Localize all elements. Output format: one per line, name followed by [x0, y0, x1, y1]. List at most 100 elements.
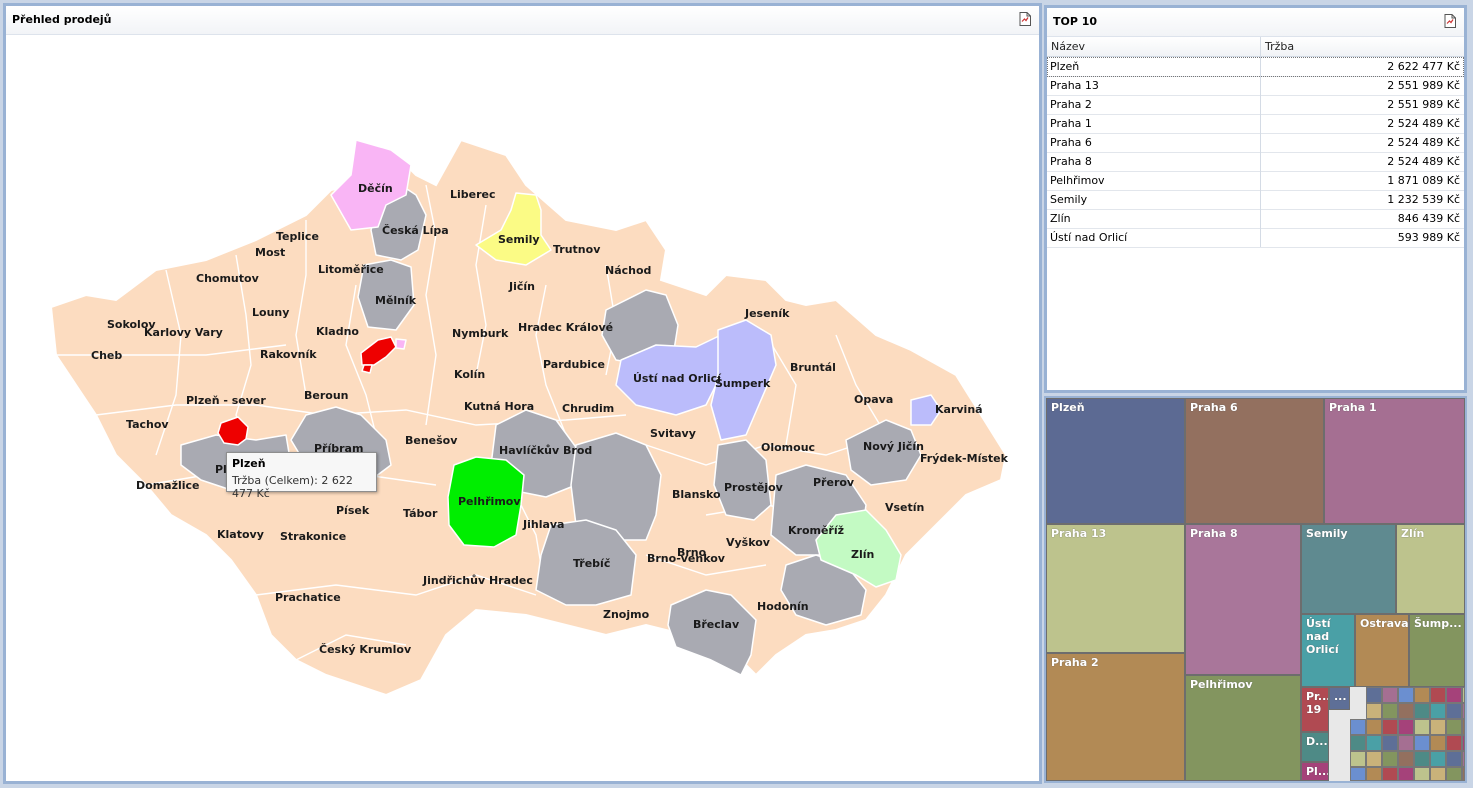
- label-nymburk: Nymburk: [452, 327, 509, 340]
- treemap-tile[interactable]: Pr... 19: [1301, 687, 1329, 732]
- treemap-small-tile[interactable]: [1446, 719, 1462, 735]
- treemap-small-tile[interactable]: [1446, 767, 1462, 781]
- treemap-tile[interactable]: Praha 6: [1185, 398, 1324, 524]
- treemap-tile[interactable]: Semily: [1301, 524, 1396, 614]
- treemap-small-tile[interactable]: [1446, 687, 1462, 703]
- cell-revenue: 846 439 Kč: [1397, 212, 1460, 225]
- table-row[interactable]: Praha 2 2 551 989 Kč: [1047, 95, 1464, 115]
- table-row[interactable]: Zlín 846 439 Kč: [1047, 209, 1464, 229]
- tooltip-title: Plzeň: [232, 457, 266, 470]
- label-novy-jicin: Nový Jičín: [863, 440, 924, 453]
- treemap-small-tile[interactable]: [1350, 735, 1366, 751]
- treemap-small-tile[interactable]: [1382, 719, 1398, 735]
- label-louny: Louny: [252, 306, 289, 319]
- column-header-revenue[interactable]: Tržba: [1265, 40, 1294, 53]
- label-semily: Semily: [498, 233, 540, 246]
- treemap-small-tile[interactable]: [1366, 687, 1382, 703]
- treemap-small-tile[interactable]: [1414, 767, 1430, 781]
- label-teplice: Teplice: [276, 230, 319, 243]
- table-row[interactable]: Praha 6 2 524 489 Kč: [1047, 133, 1464, 153]
- treemap-small-tile[interactable]: [1414, 703, 1430, 719]
- table-row[interactable]: Ústí nad Orlicí 593 989 Kč: [1047, 228, 1464, 248]
- treemap-small-tile[interactable]: [1382, 687, 1398, 703]
- treemap-small-tile[interactable]: [1366, 735, 1382, 751]
- table-row[interactable]: Praha 1 2 524 489 Kč: [1047, 114, 1464, 134]
- treemap-tile[interactable]: Praha 1: [1324, 398, 1465, 524]
- treemap-small-tile[interactable]: [1430, 703, 1446, 719]
- treemap-tile[interactable]: Plzeň: [1046, 398, 1185, 524]
- treemap-small-tile[interactable]: [1430, 751, 1446, 767]
- treemap-small-tile[interactable]: [1462, 751, 1465, 767]
- table-row[interactable]: Praha 8 2 524 489 Kč: [1047, 152, 1464, 172]
- treemap-small-tile[interactable]: [1414, 687, 1430, 703]
- treemap-small-tile[interactable]: [1366, 719, 1382, 735]
- label-trebic: Třebíč: [573, 557, 610, 570]
- district-praha-pink[interactable]: [395, 338, 407, 350]
- treemap-small-tile[interactable]: [1462, 767, 1465, 781]
- treemap-small-tile[interactable]: [1414, 719, 1430, 735]
- column-header-name[interactable]: Název: [1051, 40, 1085, 53]
- treemap-small-tile[interactable]: [1446, 735, 1462, 751]
- treemap-tile-label: D...: [1306, 735, 1328, 748]
- label-prachatice: Prachatice: [275, 591, 341, 604]
- treemap-tile[interactable]: Pl...: [1301, 762, 1329, 781]
- treemap-small-tile[interactable]: [1430, 719, 1446, 735]
- cell-revenue: 2 524 489 Kč: [1387, 155, 1460, 168]
- treemap-tile[interactable]: Praha 2: [1046, 653, 1185, 781]
- treemap-small-tile[interactable]: [1446, 703, 1462, 719]
- treemap-small-tile[interactable]: [1414, 751, 1430, 767]
- treemap-small-tile[interactable]: [1382, 767, 1398, 781]
- cell-name: Praha 1: [1050, 117, 1092, 130]
- treemap-small-tile[interactable]: [1350, 719, 1366, 735]
- map-panel-title: Přehled prodejů: [12, 13, 112, 26]
- treemap-small-tile[interactable]: [1382, 751, 1398, 767]
- treemap-tile-label: Pr... 19: [1306, 690, 1329, 716]
- treemap-tile[interactable]: Šump...: [1409, 614, 1465, 687]
- export-pdf-icon[interactable]: [1444, 14, 1456, 28]
- treemap-tile-label: Ostrava: [1360, 617, 1409, 630]
- treemap-small-tile[interactable]: [1398, 703, 1414, 719]
- treemap-small-tile[interactable]: [1446, 751, 1462, 767]
- treemap-tile[interactable]: Praha 8: [1185, 524, 1301, 675]
- treemap-small-tile[interactable]: [1398, 719, 1414, 735]
- export-pdf-icon[interactable]: [1019, 12, 1031, 26]
- treemap-small-tile[interactable]: [1398, 687, 1414, 703]
- treemap-small-tile[interactable]: [1462, 735, 1465, 751]
- table-row[interactable]: Pelhřimov 1 871 089 Kč: [1047, 171, 1464, 191]
- treemap-tile[interactable]: Zlín: [1396, 524, 1465, 614]
- treemap-small-tile[interactable]: [1414, 735, 1430, 751]
- treemap-small-tile[interactable]: [1382, 703, 1398, 719]
- treemap-small-tile[interactable]: [1430, 687, 1446, 703]
- treemap-small-tile[interactable]: [1430, 767, 1446, 781]
- label-vyskov: Vyškov: [726, 536, 771, 549]
- treemap-small-tile[interactable]: [1398, 767, 1414, 781]
- label-most: Most: [255, 246, 285, 259]
- treemap-small-tile[interactable]: [1462, 719, 1465, 735]
- treemap-small-tile[interactable]: [1366, 751, 1382, 767]
- table-row[interactable]: Plzeň 2 622 477 Kč: [1047, 57, 1464, 77]
- column-separator[interactable]: [1260, 37, 1261, 56]
- treemap-tile[interactable]: Praha 13: [1046, 524, 1185, 653]
- label-klatovy: Klatovy: [217, 528, 264, 541]
- table-row[interactable]: Praha 13 2 551 989 Kč: [1047, 76, 1464, 96]
- treemap-small-tile[interactable]: [1462, 703, 1465, 719]
- treemap-small-tile[interactable]: [1398, 751, 1414, 767]
- treemap-tile[interactable]: ...: [1329, 687, 1350, 710]
- district-praha-red-2[interactable]: [361, 364, 373, 374]
- top10-title: TOP 10: [1053, 15, 1098, 28]
- treemap-small-tile[interactable]: [1350, 767, 1366, 781]
- treemap-small-tile[interactable]: [1366, 767, 1382, 781]
- label-nachod: Náchod: [605, 264, 651, 277]
- treemap-tile[interactable]: Ústí nad Orlicí: [1301, 614, 1355, 687]
- treemap-tile[interactable]: Pelhřimov: [1185, 675, 1301, 781]
- table-row[interactable]: Semily 1 232 539 Kč: [1047, 190, 1464, 210]
- treemap-small-tile[interactable]: [1382, 735, 1398, 751]
- treemap-tile[interactable]: D...: [1301, 732, 1329, 762]
- cell-separator: [1260, 171, 1261, 190]
- treemap-small-tile[interactable]: [1430, 735, 1446, 751]
- treemap-tile[interactable]: Ostrava: [1355, 614, 1409, 687]
- treemap-small-tile[interactable]: [1366, 703, 1382, 719]
- treemap-small-tile[interactable]: [1398, 735, 1414, 751]
- treemap-small-tile[interactable]: [1462, 687, 1465, 703]
- treemap-small-tile[interactable]: [1350, 751, 1366, 767]
